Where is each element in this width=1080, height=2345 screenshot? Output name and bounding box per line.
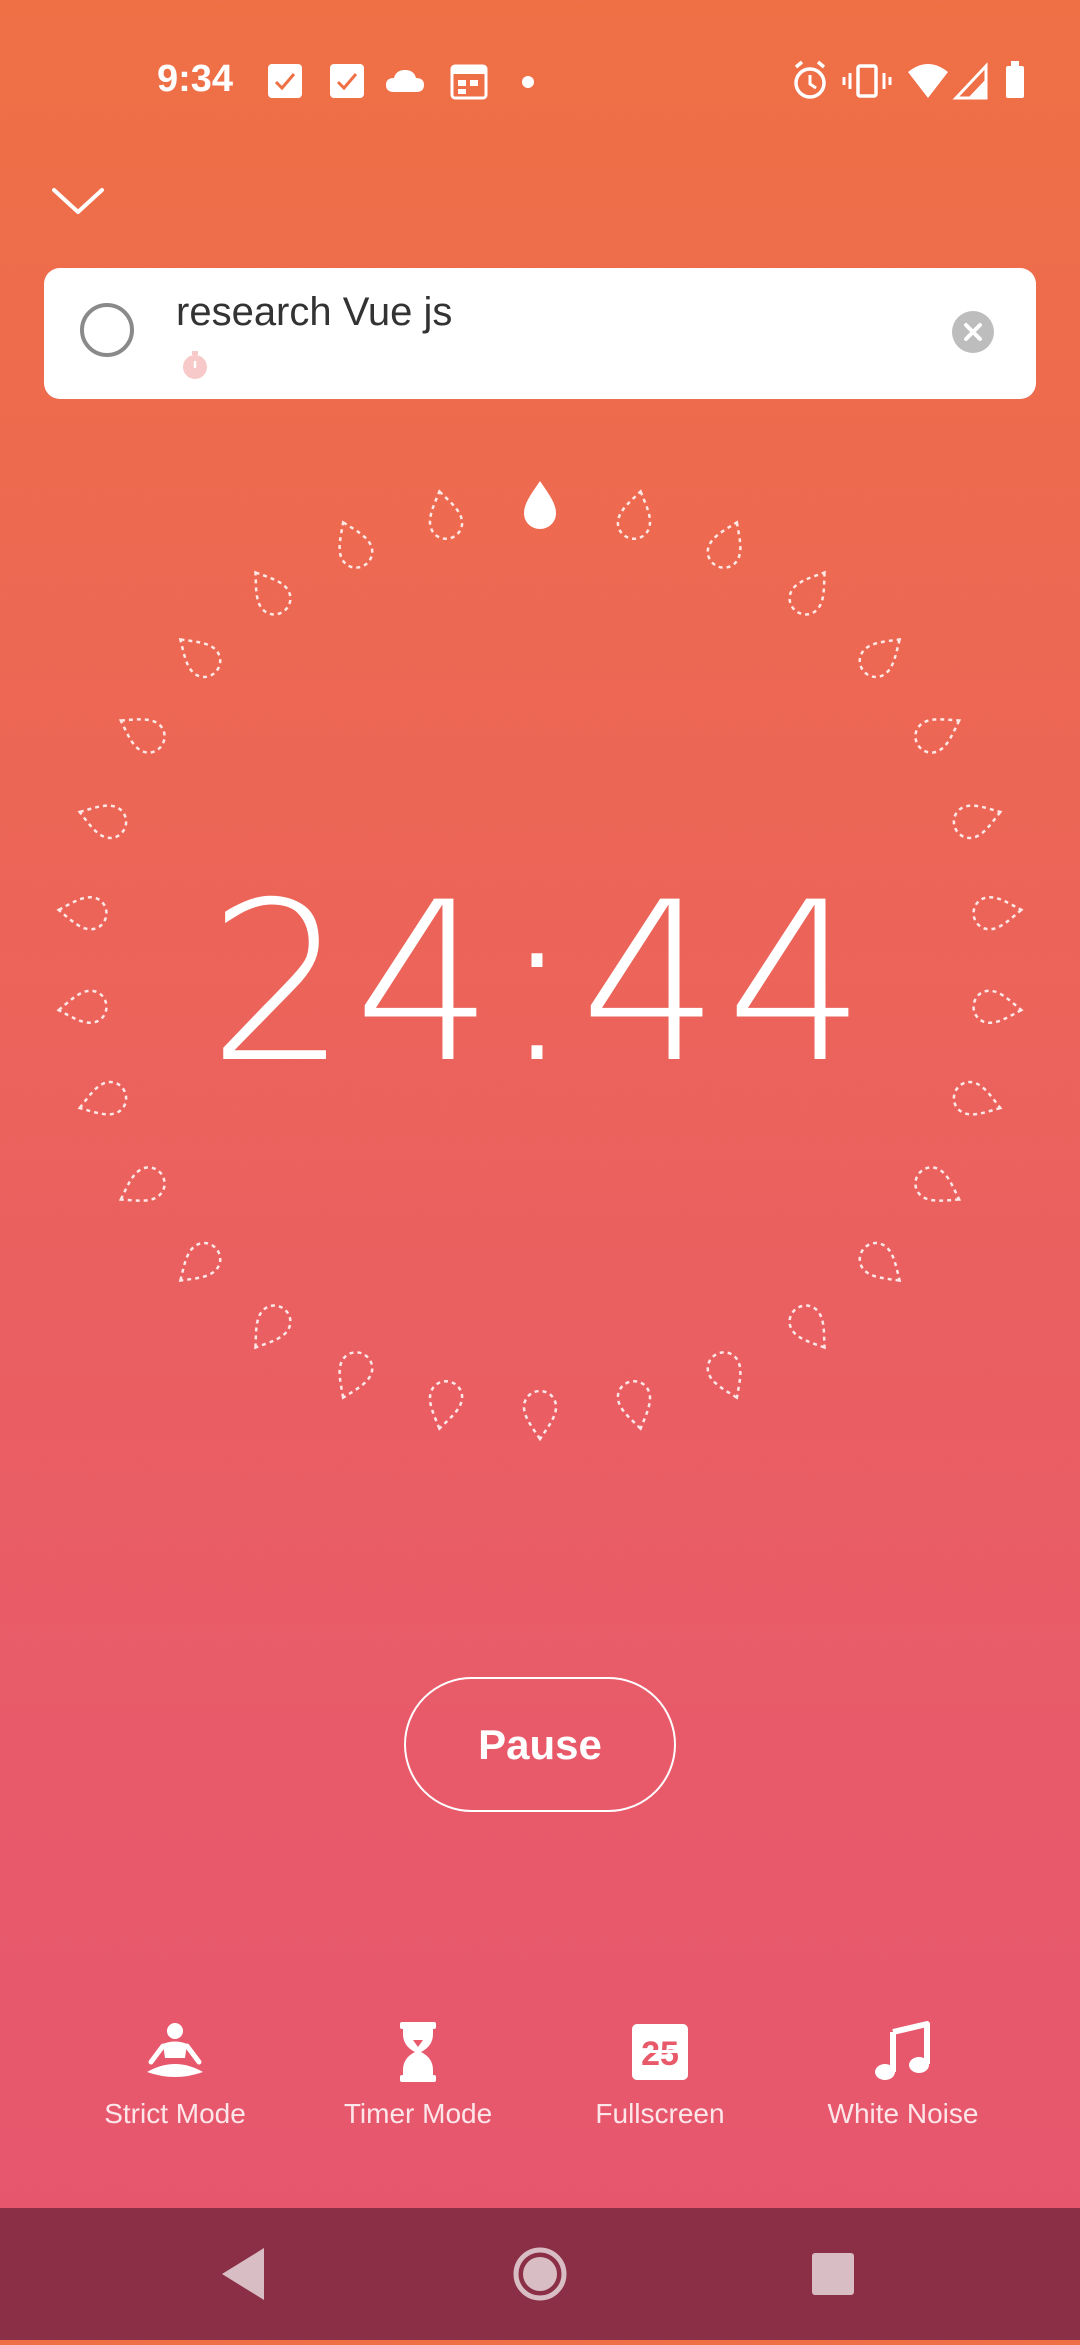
drop-filled xyxy=(524,481,556,529)
drop-empty xyxy=(706,1351,742,1400)
timer-mode-button[interactable]: Timer Mode xyxy=(298,2020,538,2130)
meditation-icon xyxy=(147,2023,203,2077)
drop-empty xyxy=(914,718,962,754)
system-navigation-bar xyxy=(0,2208,1080,2340)
hourglass-icon xyxy=(400,2022,436,2082)
back-button[interactable] xyxy=(222,2248,264,2300)
drop-empty xyxy=(254,570,292,616)
fullscreen-label: Fullscreen xyxy=(595,2098,725,2129)
drop-empty xyxy=(428,489,464,540)
strict-mode-label: Strict Mode xyxy=(104,2098,246,2129)
drop-empty xyxy=(616,1380,652,1431)
strict-mode-button[interactable]: Strict Mode xyxy=(55,2020,295,2130)
drop-empty xyxy=(616,489,652,540)
drop-empty xyxy=(788,570,826,616)
music-note-icon xyxy=(875,2021,930,2080)
drop-empty xyxy=(118,1166,166,1202)
white-noise-label: White Noise xyxy=(827,2098,979,2129)
flip-clock-icon: 25 xyxy=(632,2024,688,2080)
home-button[interactable] xyxy=(513,2247,567,2301)
drop-empty xyxy=(952,804,1003,840)
navigation-buttons xyxy=(222,2247,854,2301)
drop-empty xyxy=(428,1380,464,1431)
drop-empty xyxy=(254,1304,292,1350)
pause-button[interactable]: Pause xyxy=(404,1677,676,1812)
drop-empty xyxy=(706,520,742,569)
recents-button[interactable] xyxy=(812,2253,854,2295)
recents-square-icon xyxy=(812,2253,854,2295)
drop-empty xyxy=(522,1389,558,1442)
bottom-toolbar: Strict Mode Timer Mode 25 Fullscreen Whi… xyxy=(0,2020,1080,2140)
fullscreen-button[interactable]: 25 Fullscreen xyxy=(540,2020,780,2130)
drop-empty xyxy=(118,718,166,754)
drop-empty xyxy=(858,1241,902,1283)
drop-empty xyxy=(178,1241,222,1283)
drop-empty xyxy=(77,804,128,840)
drop-empty xyxy=(914,1166,962,1202)
drop-empty xyxy=(788,1304,826,1350)
timer-mode-label: Timer Mode xyxy=(343,2098,493,2129)
drop-empty xyxy=(858,637,902,679)
pomodoro-progress-dial xyxy=(56,481,1024,1442)
drop-empty xyxy=(338,520,374,569)
drop-empty xyxy=(338,1351,374,1400)
back-triangle-icon xyxy=(222,2248,264,2300)
svg-text:25: 25 xyxy=(641,2035,679,2073)
drop-empty xyxy=(178,637,222,679)
timer-display: 24:44 xyxy=(207,855,872,1111)
white-noise-button[interactable]: White Noise xyxy=(783,2020,1023,2130)
